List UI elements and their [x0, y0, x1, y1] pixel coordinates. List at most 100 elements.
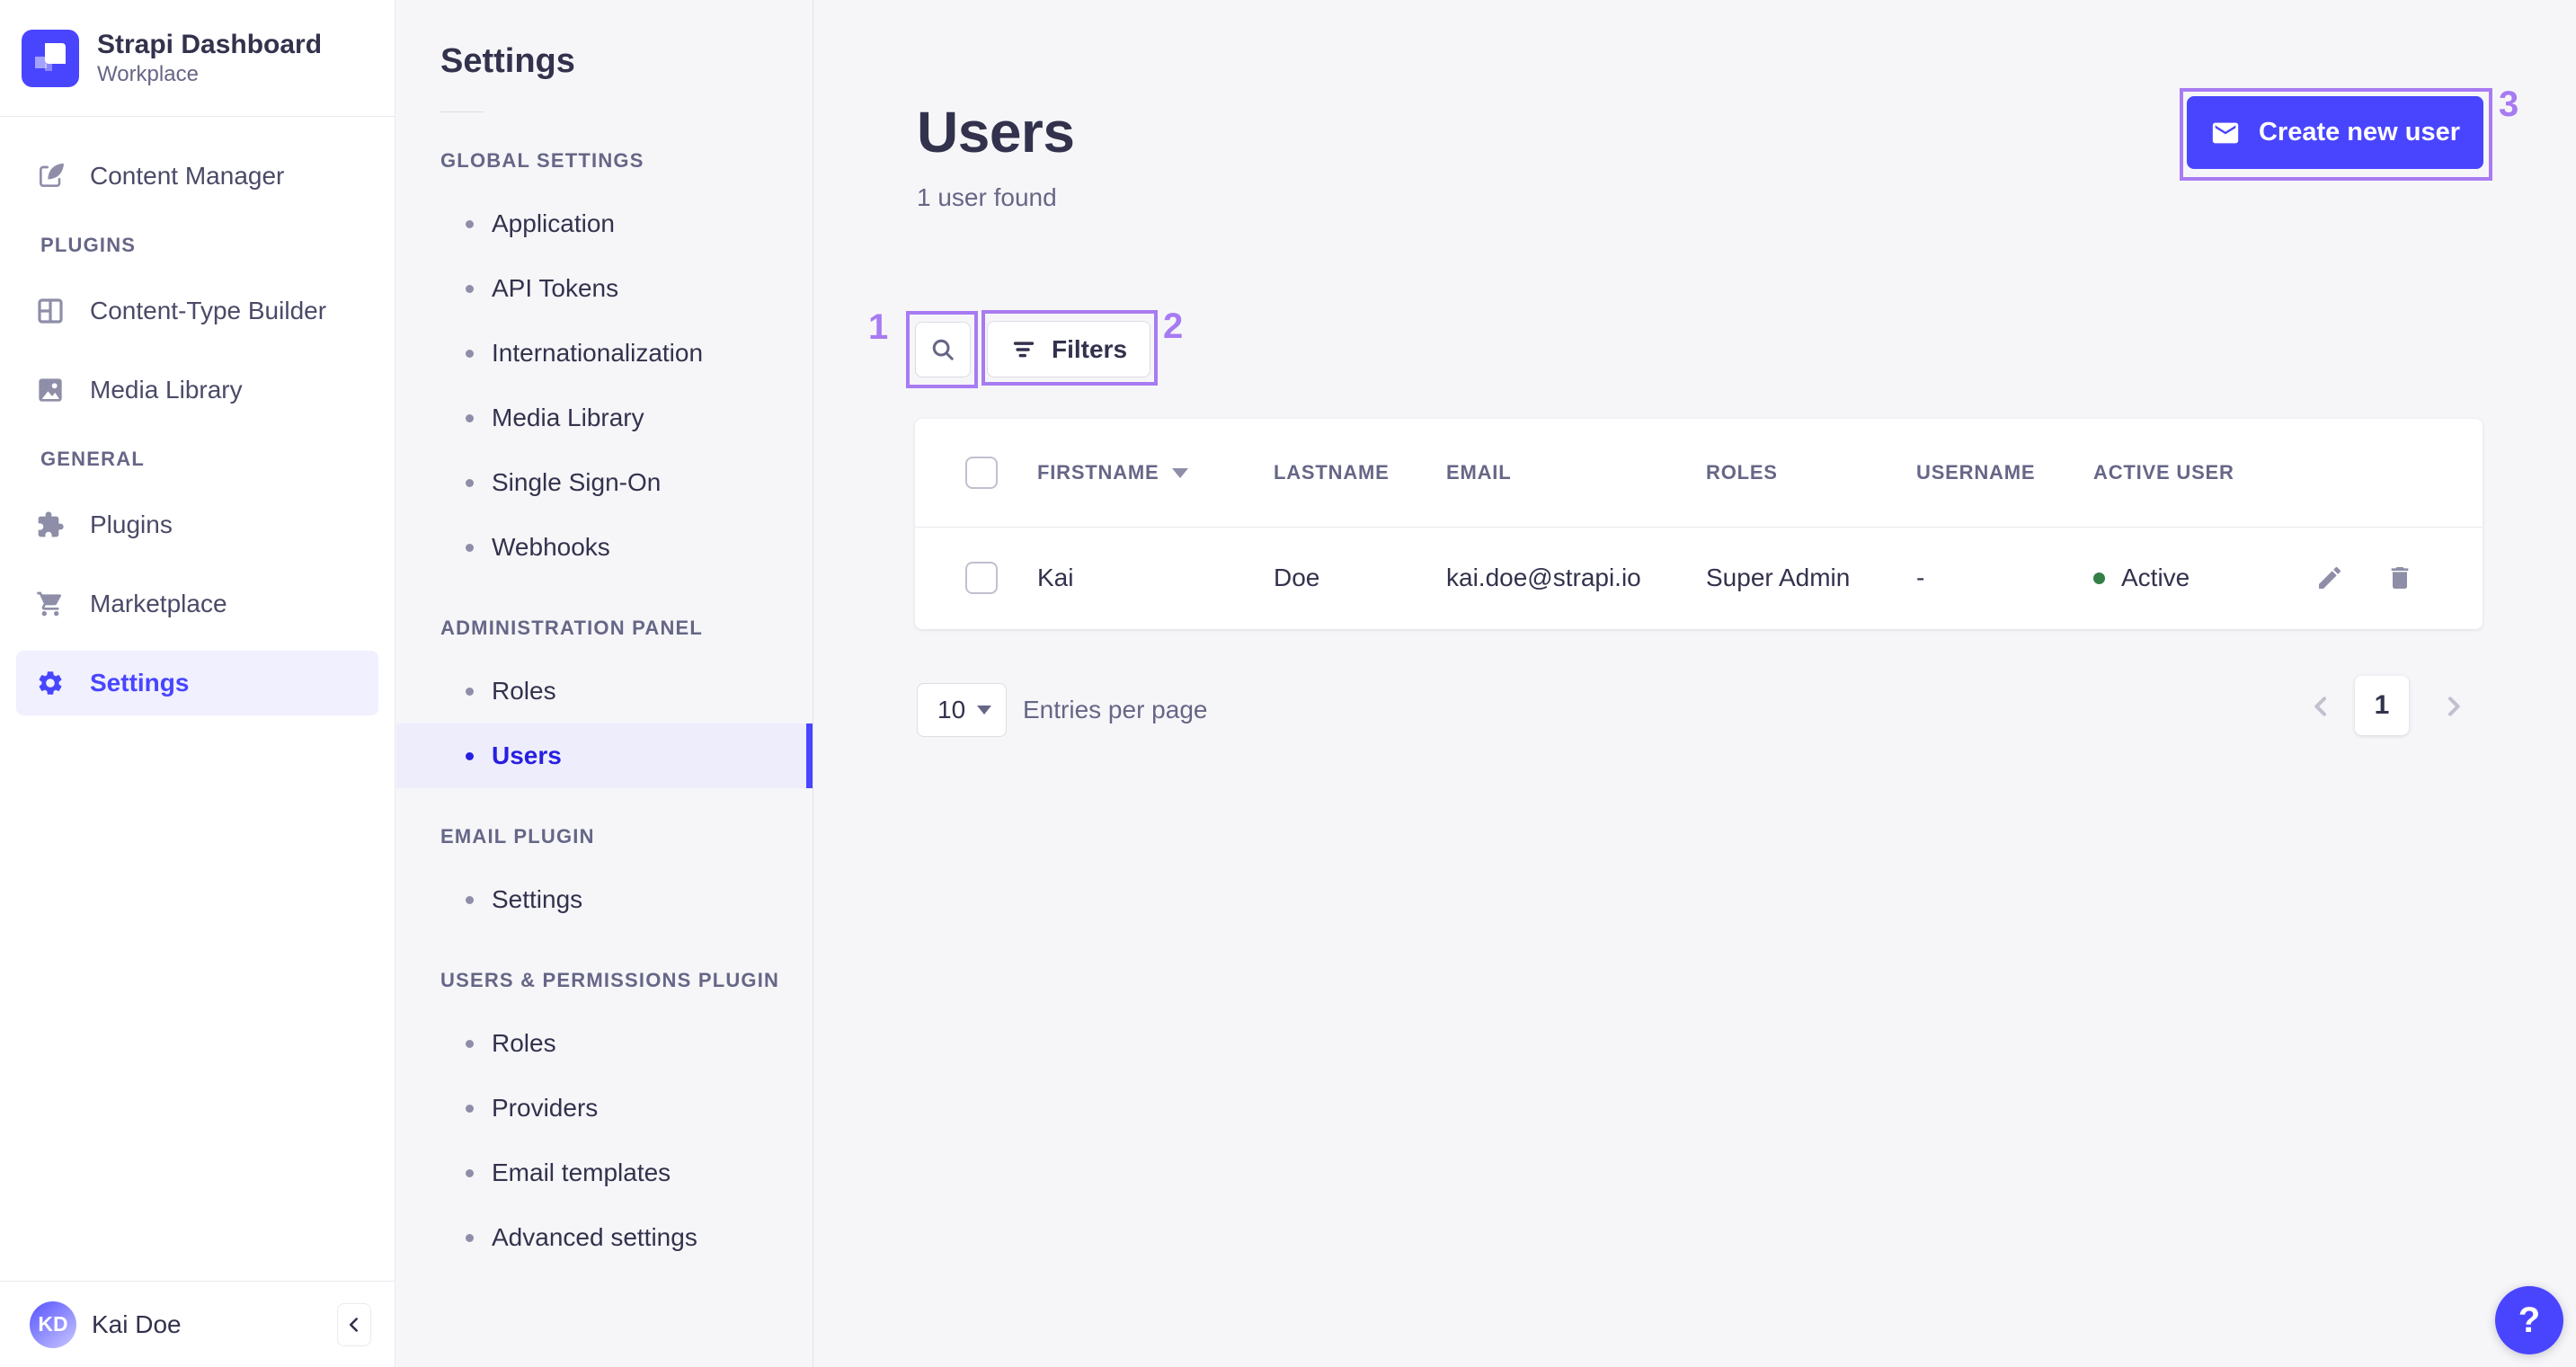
entries-per-page-select[interactable]: 10 — [917, 683, 1007, 737]
subnav-item-label: Application — [492, 209, 615, 237]
bullet-icon — [466, 751, 474, 760]
subnav-section-label: ADMINISTRATION PANEL — [440, 617, 704, 639]
chevron-down-icon — [977, 706, 991, 715]
subnav-item-label: Media Library — [492, 404, 644, 431]
subnav-section-label: EMAIL PLUGIN — [440, 825, 595, 848]
column-header-firstname[interactable]: FIRSTNAME — [1037, 461, 1274, 484]
edit-user-button[interactable] — [2315, 564, 2344, 592]
create-new-user-button[interactable]: Create new user — [2187, 96, 2483, 169]
bullet-icon — [466, 413, 474, 422]
subnav-item-providers[interactable]: Providers — [396, 1076, 813, 1141]
sidebar-item-content-type-builder[interactable]: Content-Type Builder — [16, 279, 378, 343]
sidebar-item-media-library[interactable]: Media Library — [16, 358, 378, 422]
column-header-label: LASTNAME — [1274, 461, 1390, 484]
bullet-icon — [466, 284, 474, 293]
create-new-user-label: Create new user — [2258, 118, 2461, 146]
media-library-icon — [36, 376, 65, 404]
brand-text: Strapi Dashboard Workplace — [97, 28, 322, 89]
next-page-button[interactable] — [2439, 692, 2468, 721]
column-header-roles[interactable]: ROLES — [1706, 461, 1916, 484]
workplace-label: Workplace — [97, 62, 199, 87]
subnav-section-users-permissions: USERS & PERMISSIONS PLUGIN Roles Provide… — [396, 968, 813, 1270]
pencil-icon — [2315, 564, 2344, 592]
sidebar-item-label: Marketplace — [90, 590, 227, 617]
subnav-section-email-plugin: EMAIL PLUGIN Settings — [396, 824, 813, 932]
page-number-1[interactable]: 1 — [2355, 676, 2409, 735]
sidebar-item-plugins[interactable]: Plugins — [16, 493, 378, 557]
subnav-item-internationalization[interactable]: Internationalization — [396, 321, 813, 386]
sidebar-item-label: Content-Type Builder — [90, 297, 327, 324]
subnav-item-application[interactable]: Application — [396, 191, 813, 256]
subnav-item-up-roles[interactable]: Roles — [396, 1011, 813, 1076]
table-row[interactable]: Kai Doe kai.doe@strapi.io Super Admin - … — [915, 527, 2483, 628]
cart-icon — [36, 590, 65, 618]
subnav-item-single-sign-on[interactable]: Single Sign-On — [396, 450, 813, 515]
column-header-label: ROLES — [1706, 461, 1778, 484]
subnav-section-label: USERS & PERMISSIONS PLUGIN — [440, 969, 780, 991]
active-status-dot — [2093, 572, 2105, 584]
sidebar-item-settings[interactable]: Settings — [16, 651, 378, 715]
search-button[interactable] — [915, 322, 971, 377]
gear-icon — [36, 669, 65, 697]
user-name: Kai Doe — [92, 1309, 182, 1338]
sidebar-item-label: Media Library — [90, 376, 243, 404]
sidebar-item-label: Content Manager — [90, 162, 285, 190]
content-type-builder-icon — [36, 297, 65, 325]
status-badge: Active — [2121, 564, 2190, 591]
subnav-item-webhooks[interactable]: Webhooks — [396, 515, 813, 580]
sidebar-section-general: GENERAL — [40, 448, 145, 470]
subnav-item-email-templates[interactable]: Email templates — [396, 1141, 813, 1205]
previous-page-button[interactable] — [2306, 692, 2335, 721]
subnav-title: Settings — [440, 42, 575, 80]
bullet-icon — [466, 1104, 474, 1113]
sidebar-nav: Content Manager PLUGINS Content-Type Bui… — [0, 117, 395, 715]
subnav-item-label: Providers — [492, 1094, 599, 1122]
main-sidebar: Strapi Dashboard Workplace Content Manag… — [0, 0, 395, 1367]
subnav-section-global-settings: GLOBAL SETTINGS Application API Tokens I… — [396, 148, 813, 580]
sidebar-item-content-manager[interactable]: Content Manager — [16, 144, 378, 209]
avatar[interactable]: KD — [30, 1300, 76, 1348]
select-all-checkbox[interactable] — [965, 457, 998, 489]
subnav-item-label: Single Sign-On — [492, 468, 662, 496]
subnav-item-admin-roles[interactable]: Roles — [396, 659, 813, 723]
settings-subnav: Settings GLOBAL SETTINGS Application API… — [396, 0, 813, 1367]
row-checkbox[interactable] — [965, 562, 998, 594]
cell-email: kai.doe@strapi.io — [1446, 564, 1641, 591]
subnav-item-media-library[interactable]: Media Library — [396, 386, 813, 450]
sidebar-item-marketplace[interactable]: Marketplace — [16, 572, 378, 636]
trash-icon — [2385, 564, 2414, 592]
subnav-item-api-tokens[interactable]: API Tokens — [396, 256, 813, 321]
content-manager-icon — [36, 162, 65, 191]
column-header-label: EMAIL — [1446, 461, 1512, 484]
subnav-item-label: Email templates — [492, 1158, 671, 1186]
bullet-icon — [466, 219, 474, 228]
users-table: FIRSTNAME LASTNAME EMAIL ROLES USERNAME … — [915, 419, 2483, 629]
chevron-right-icon — [2439, 692, 2468, 721]
collapse-sidebar-button[interactable] — [337, 1302, 371, 1346]
help-button[interactable]: ? — [2495, 1286, 2563, 1354]
bullet-icon — [466, 478, 474, 487]
subnav-item-email-settings[interactable]: Settings — [396, 867, 813, 932]
subnav-item-label: API Tokens — [492, 274, 619, 302]
bullet-icon — [466, 895, 474, 904]
subnav-item-advanced-settings[interactable]: Advanced settings — [396, 1205, 813, 1270]
column-header-active-user[interactable]: ACTIVE USER — [2093, 461, 2315, 484]
main-content: Users 1 user found Create new user Filte… — [814, 0, 2576, 1367]
strapi-logo-icon — [22, 29, 79, 87]
subnav-item-label: Advanced settings — [492, 1223, 697, 1251]
subnav-divider — [440, 111, 484, 112]
column-header-lastname[interactable]: LASTNAME — [1274, 461, 1446, 484]
page-subtitle: 1 user found — [917, 183, 1057, 211]
subnav-item-admin-users[interactable]: Users — [396, 723, 813, 788]
sidebar-section-plugins: PLUGINS — [40, 234, 137, 256]
sort-desc-icon[interactable] — [1171, 467, 1188, 478]
table-header-row: FIRSTNAME LASTNAME EMAIL ROLES USERNAME … — [915, 419, 2483, 527]
subnav-item-label: Roles — [492, 677, 556, 705]
column-header-username[interactable]: USERNAME — [1916, 461, 2093, 484]
delete-user-button[interactable] — [2385, 564, 2414, 592]
filters-button[interactable]: Filters — [987, 321, 1150, 377]
column-header-email[interactable]: EMAIL — [1446, 461, 1706, 484]
sidebar-item-label: Plugins — [90, 510, 173, 538]
cell-lastname: Doe — [1274, 564, 1320, 591]
subnav-item-label: Roles — [492, 1029, 556, 1057]
